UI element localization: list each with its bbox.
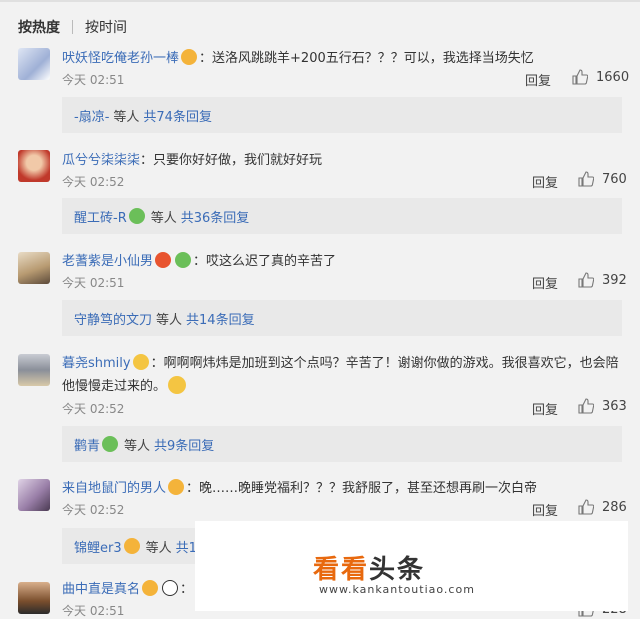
comment-line: 来自地鼠门的男人 ： 晚……晚睡党福利？？？我舒服了，甚至还想再刷一次白帝 xyxy=(62,477,537,496)
sub-reply-user[interactable]: 鹳青 xyxy=(74,435,100,454)
colon: ： xyxy=(140,153,154,168)
like-count: 363 xyxy=(602,398,627,414)
watermark-logo-b: 头条 xyxy=(369,555,426,585)
sub-reply-user[interactable]: 锦鲤er3 xyxy=(74,537,122,556)
comment-time: 今天 02:52 xyxy=(62,503,125,517)
avatar[interactable] xyxy=(18,479,50,511)
comment-text: 只要你好好做，我们就好好玩 xyxy=(153,153,323,168)
sub-reply-etc: 等人 xyxy=(156,312,183,328)
comment-time: 今天 02:51 xyxy=(62,276,125,290)
emoji-icon xyxy=(168,375,187,394)
comment-time: 今天 02:52 xyxy=(62,402,125,416)
emoji-icon xyxy=(168,478,185,495)
thumbs-up-icon xyxy=(578,171,594,187)
sub-replies[interactable]: 醒工砖-R 等人 共36条回复 xyxy=(62,198,622,234)
colon: ： xyxy=(150,356,164,371)
colon: ： xyxy=(180,582,194,597)
sub-reply-user[interactable]: -扇凉- xyxy=(74,106,109,125)
tab-sort-hot[interactable]: 按热度 xyxy=(18,17,60,37)
comment-username[interactable]: 吠妖怪吃俺老孙一棒 xyxy=(62,47,179,66)
like-count: 286 xyxy=(602,499,627,515)
sort-tabs: 按热度 按时间 xyxy=(18,17,127,37)
like-count: 760 xyxy=(602,171,627,187)
comment-time: 今天 02:51 xyxy=(62,73,125,87)
colon: ： xyxy=(186,481,200,496)
sub-reply-etc: 等人 xyxy=(113,109,140,125)
comment-line: 吠妖怪吃俺老孙一棒 ： 送洛风跳跳羊+200五行石？？？可以，我选择当场失忆 xyxy=(62,47,534,66)
thumbs-up-icon xyxy=(578,499,594,515)
watermark-overlay: 看看头条 www.kankantoutiao.com xyxy=(195,521,628,611)
comment-username[interactable]: 老蓍紫是小仙男 xyxy=(62,250,153,269)
emoji-icon xyxy=(128,208,145,224)
watermark-url: www.kankantoutiao.com xyxy=(319,583,475,596)
comment-text: 哎这么迟了真的辛苦了 xyxy=(206,254,337,269)
comment-text: 晚……晚睡党福利？？？我舒服了，甚至还想再刷一次白帝 xyxy=(199,481,538,496)
reply-button[interactable]: 回复 xyxy=(525,70,551,89)
thumbs-up-icon xyxy=(578,398,594,414)
sub-reply-etc: 等人 xyxy=(145,540,172,556)
comment-username[interactable]: 来自地鼠门的男人 xyxy=(62,477,166,496)
emoji-icon xyxy=(175,251,192,268)
emoji-icon xyxy=(132,353,149,370)
sub-replies[interactable]: -扇凉- 等人 共74条回复 xyxy=(62,97,622,133)
colon: ： xyxy=(193,254,207,269)
emoji-icon xyxy=(155,251,172,268)
emoji-icon xyxy=(181,48,198,65)
like-button[interactable]: 392 xyxy=(578,272,627,288)
comment-time: 今天 02:52 xyxy=(62,175,125,189)
comment-username[interactable]: 曲中直是真名 xyxy=(62,578,140,597)
watermark-logo: 看看头条 xyxy=(313,549,425,586)
comment-username[interactable]: 暮尧shmily xyxy=(62,352,131,371)
avatar[interactable] xyxy=(18,252,50,284)
sub-reply-user[interactable]: 守静笃的文刀 xyxy=(74,309,152,328)
comment-username[interactable]: 瓜兮兮柒柒柒 xyxy=(62,149,140,168)
like-button[interactable]: 286 xyxy=(578,499,627,515)
tab-sort-time[interactable]: 按时间 xyxy=(85,17,127,37)
sub-reply-etc: 等人 xyxy=(150,210,177,226)
like-button[interactable]: 363 xyxy=(578,398,627,414)
comment-time: 今天 02:51 xyxy=(62,604,125,618)
sub-replies[interactable]: 守静笃的文刀 等人 共14条回复 xyxy=(62,300,622,336)
tab-separator xyxy=(72,20,73,34)
like-button[interactable]: 1660 xyxy=(572,69,629,85)
comment-line: 曲中直是真名 ： xyxy=(62,578,193,597)
reply-button[interactable]: 回复 xyxy=(532,172,558,191)
top-divider xyxy=(0,0,640,2)
emoji-icon xyxy=(102,436,119,452)
thumbs-up-icon xyxy=(572,69,588,85)
comment-line: 老蓍紫是小仙男 ： 哎这么迟了真的辛苦了 xyxy=(62,250,336,269)
sub-reply-total[interactable]: 共14条回复 xyxy=(186,309,255,328)
comment-line: 暮尧shmily ： 啊啊啊炜炜是加班到这个点吗？辛苦了！谢谢你做的游戏。我很喜… xyxy=(62,352,619,371)
avatar[interactable] xyxy=(18,354,50,386)
thumbs-up-icon xyxy=(578,272,594,288)
colon: ： xyxy=(199,51,213,66)
avatar[interactable] xyxy=(18,150,50,182)
panda-emoji-icon xyxy=(162,579,179,596)
comment-text-continued: 他慢慢走过来的。 xyxy=(62,379,167,394)
comment-text: 啊啊啊炜炜是加班到这个点吗？辛苦了！谢谢你做的游戏。我很喜欢它，也会陪 xyxy=(163,356,619,371)
like-count: 392 xyxy=(602,272,627,288)
comment-line: 瓜兮兮柒柒柒 ： 只要你好好做，我们就好好玩 xyxy=(62,149,322,168)
reply-button[interactable]: 回复 xyxy=(532,399,558,418)
like-count: 1660 xyxy=(596,69,630,85)
emoji-icon xyxy=(123,538,140,554)
reply-button[interactable]: 回复 xyxy=(532,500,558,519)
comment-text: 送洛风跳跳羊+200五行石？？？可以，我选择当场失忆 xyxy=(212,51,534,66)
avatar[interactable] xyxy=(18,48,50,80)
sub-reply-etc: 等人 xyxy=(124,438,151,454)
comment-line-continued: 他慢慢走过来的。 xyxy=(62,375,188,394)
sub-reply-total[interactable]: 共9条回复 xyxy=(154,435,214,454)
sub-reply-total[interactable]: 共74条回复 xyxy=(143,106,212,125)
watermark-logo-a: 看看 xyxy=(313,555,370,585)
sub-reply-user[interactable]: 醒工砖-R xyxy=(74,207,127,226)
emoji-icon xyxy=(142,579,159,596)
avatar[interactable] xyxy=(18,582,50,614)
reply-button[interactable]: 回复 xyxy=(532,273,558,292)
sub-replies[interactable]: 鹳青 等人 共9条回复 xyxy=(62,426,622,462)
like-button[interactable]: 760 xyxy=(578,171,627,187)
sub-reply-total[interactable]: 共36条回复 xyxy=(181,207,250,226)
